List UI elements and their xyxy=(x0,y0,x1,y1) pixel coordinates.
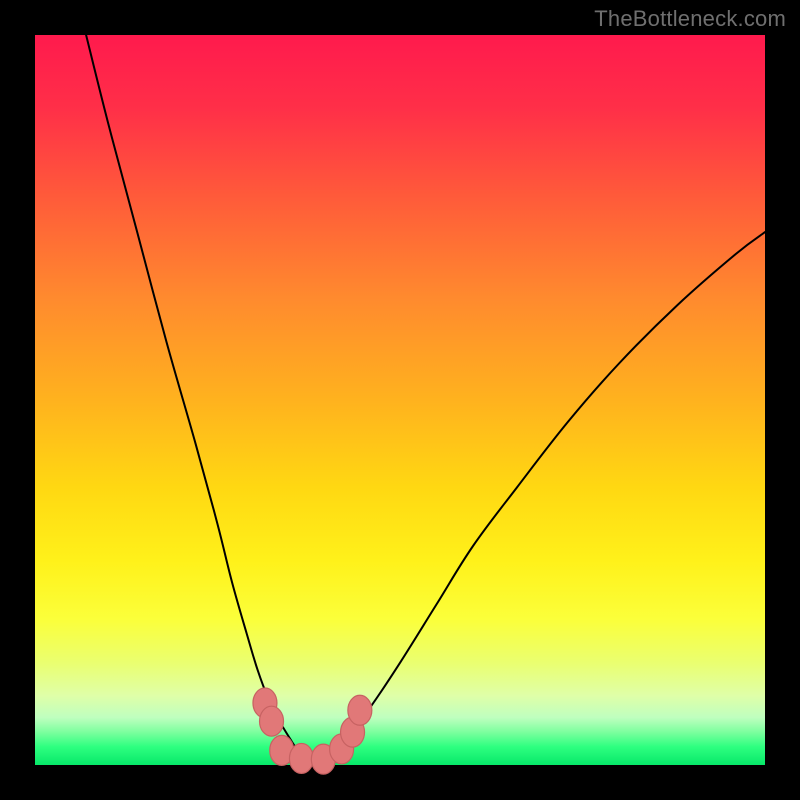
trough-marker xyxy=(260,706,284,736)
trough-marker xyxy=(289,743,313,773)
plot-background xyxy=(35,35,765,765)
trough-marker xyxy=(348,695,372,725)
chart-frame: TheBottleneck.com xyxy=(0,0,800,800)
chart-svg xyxy=(0,0,800,800)
watermark-text: TheBottleneck.com xyxy=(594,6,786,32)
